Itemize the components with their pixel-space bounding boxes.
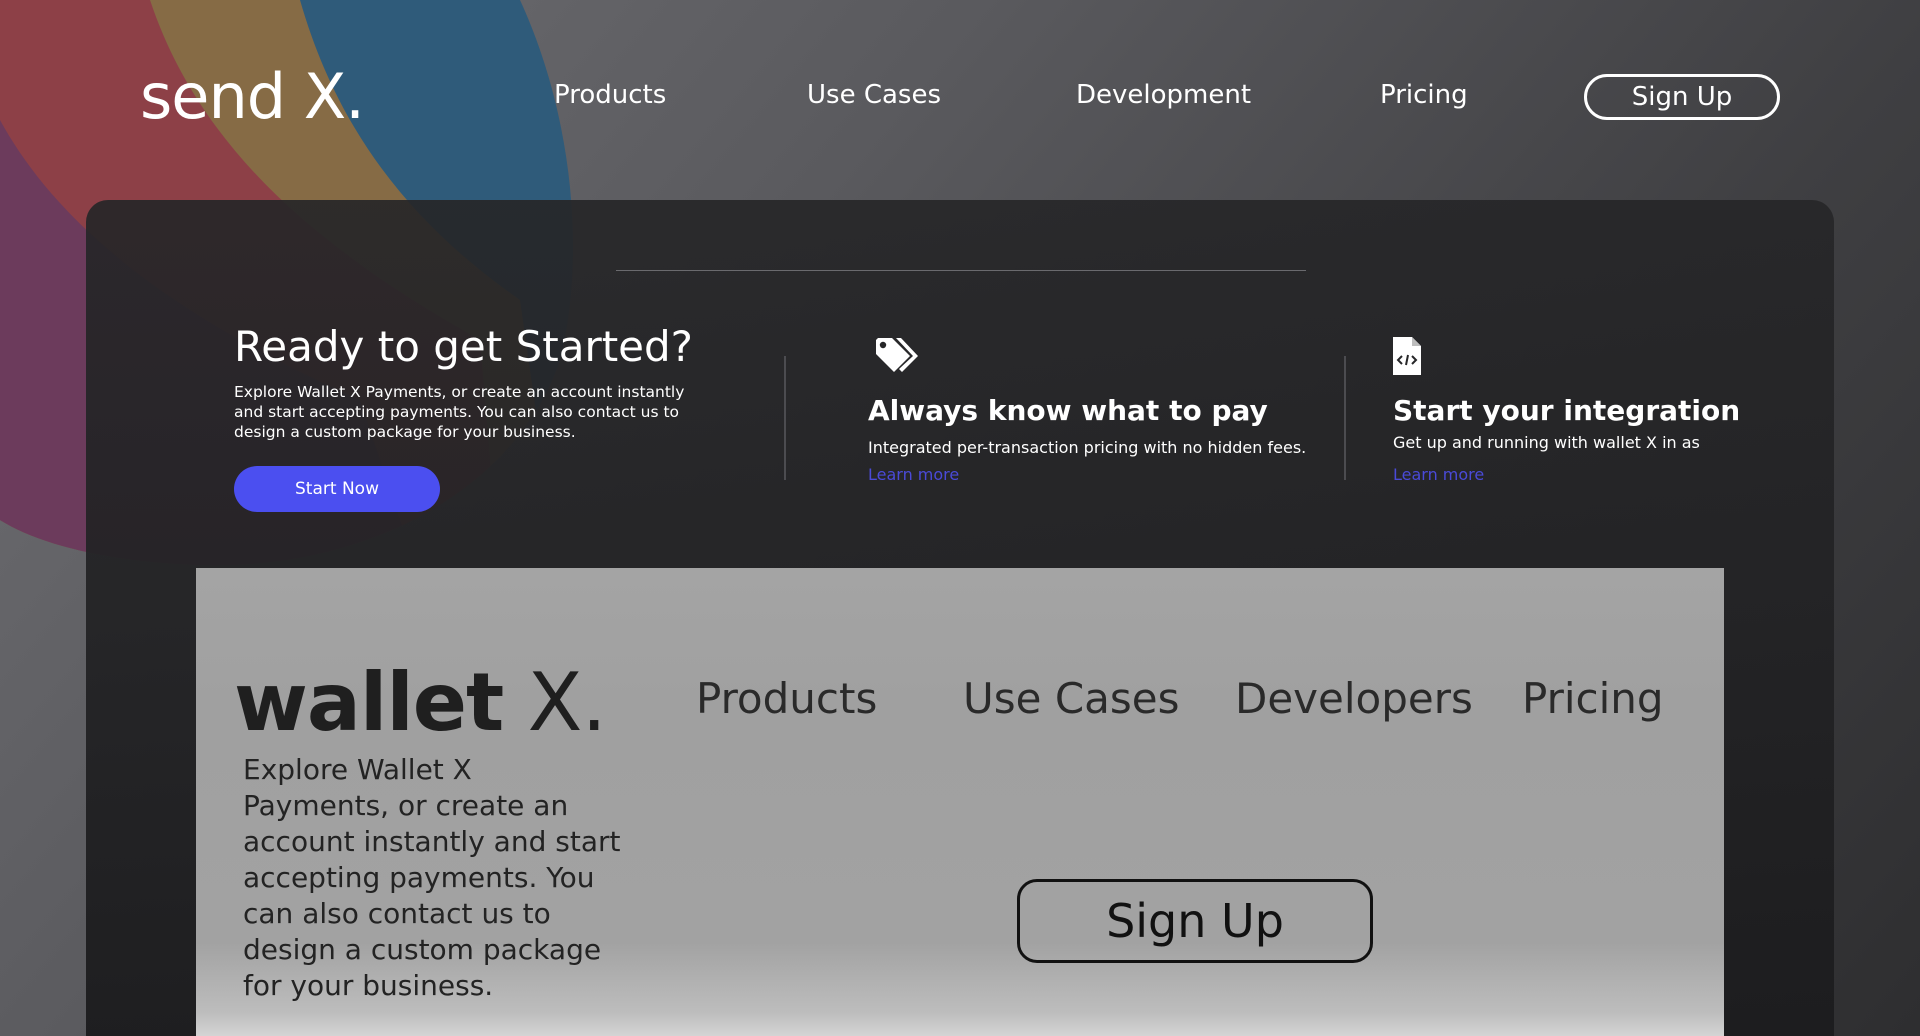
divider <box>1344 356 1346 480</box>
preview-nav-use-cases[interactable]: Use Cases <box>963 674 1179 723</box>
feature-title: Always know what to pay <box>868 394 1268 427</box>
brand-bold: wallet <box>234 656 504 749</box>
feature-title: Start your integration <box>1393 394 1741 427</box>
cta-heading: Ready to get Started? <box>234 322 693 371</box>
sign-up-button[interactable]: Sign Up <box>1584 74 1780 120</box>
learn-more-link[interactable]: Learn more <box>868 465 959 484</box>
nav-link-products[interactable]: Products <box>554 80 666 110</box>
brand-light: X. <box>503 656 607 749</box>
price-tag-icon <box>874 336 922 382</box>
divider <box>784 356 786 480</box>
top-navigation: send X. Products Use Cases Development P… <box>0 0 1920 200</box>
code-file-icon <box>1392 336 1422 380</box>
feature-description: Integrated per-transaction pricing with … <box>868 438 1307 457</box>
preview-nav-products[interactable]: Products <box>696 674 877 723</box>
preview-nav-pricing[interactable]: Pricing <box>1522 674 1664 723</box>
divider <box>616 270 1306 271</box>
nav-link-use-cases[interactable]: Use Cases <box>807 80 941 110</box>
cta-description: Explore Wallet X Payments, or create an … <box>234 383 685 441</box>
nav-link-pricing[interactable]: Pricing <box>1380 80 1468 110</box>
brand-logo[interactable]: send X. <box>140 60 365 133</box>
preview-nav-developers[interactable]: Developers <box>1235 674 1473 723</box>
preview-sign-up-button[interactable]: Sign Up <box>1017 879 1373 963</box>
start-now-button[interactable]: Start Now <box>234 466 440 512</box>
nav-link-development[interactable]: Development <box>1076 80 1251 110</box>
feature-description: Get up and running with wallet X in as <box>1393 433 1700 452</box>
wallet-x-logo[interactable]: wallet X. <box>234 656 607 749</box>
preview-description: Explore Wallet X Payments, or create an … <box>243 753 621 1002</box>
learn-more-link[interactable]: Learn more <box>1393 465 1484 484</box>
